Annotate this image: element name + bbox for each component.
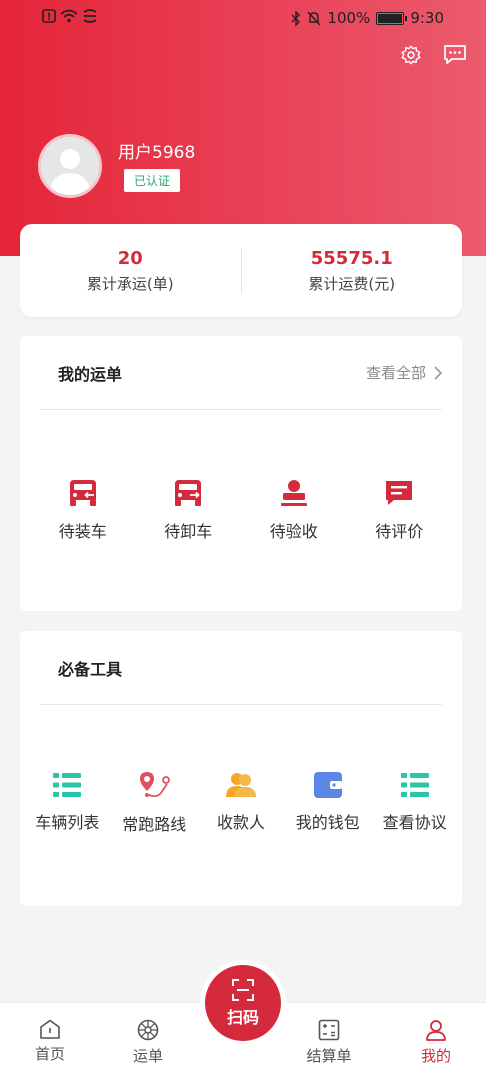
alert-icon (42, 9, 56, 23)
status-time: 9:30 (410, 9, 444, 27)
tool-label: 收款人 (216, 813, 265, 832)
scan-button-ring: 扫码 (200, 960, 286, 1046)
header-banner (0, 0, 486, 256)
truck-unload-icon (175, 480, 202, 506)
tool-frequent-routes[interactable]: 常跑路线 (111, 771, 198, 835)
view-all-label: 查看全部 (365, 364, 426, 382)
status-left (42, 9, 98, 23)
nav-label: 我的 (420, 1047, 451, 1065)
settings-button[interactable] (398, 42, 424, 68)
status-right: 100% 9:30 (291, 9, 444, 27)
view-all-link[interactable]: 查看全部 (366, 362, 442, 383)
order-label: 待验收 (269, 522, 318, 541)
order-label: 待装车 (58, 522, 107, 541)
stat-label: 累计承运(单) (86, 274, 174, 293)
home-icon (40, 1019, 60, 1039)
nav-label: 运单 (132, 1047, 163, 1065)
order-label: 待评价 (375, 522, 424, 541)
nav-mine[interactable]: 我的 (401, 1019, 471, 1066)
tool-vehicle-list[interactable]: 车辆列表 (24, 771, 111, 835)
nav-label: 首页 (34, 1045, 65, 1063)
bluetooth-icon (291, 10, 301, 26)
message-icon (444, 45, 466, 64)
my-orders-card: 我的运单 查看全部 待装车 待卸车 待验收 待评价 (20, 336, 462, 611)
tool-label: 我的钱包 (295, 813, 360, 832)
stamp-icon (280, 480, 307, 506)
tool-view-agreement[interactable]: 查看协议 (371, 771, 458, 835)
default-avatar-icon (41, 137, 99, 195)
mute-bell-icon (307, 11, 321, 25)
battery-icon (376, 11, 408, 25)
order-pending-accept[interactable]: 待验收 (270, 478, 318, 542)
scan-label: 扫码 (226, 1008, 259, 1027)
stat-label: 累计运费(元) (308, 274, 396, 293)
order-pending-review[interactable]: 待评价 (375, 478, 423, 542)
tools-title: 必备工具 (58, 659, 123, 679)
user-info: 用户5968 已认证 (118, 138, 195, 192)
stats-card: 20 累计承运(单) 55575.1 累计运费(元) (20, 224, 462, 317)
tool-label: 车辆列表 (35, 813, 100, 832)
tool-payee[interactable]: 收款人 (198, 771, 285, 835)
truck-load-icon (69, 480, 96, 506)
comment-icon (386, 481, 413, 505)
tool-label: 查看协议 (382, 813, 447, 832)
chevron-right-icon (434, 365, 442, 380)
stat-value: 20 (117, 247, 143, 269)
nav-label: 结算单 (306, 1047, 352, 1065)
wifi-icon (60, 9, 78, 23)
avatar[interactable] (38, 134, 102, 198)
battery-percent: 100% (327, 9, 371, 27)
tools-card: 必备工具 车辆列表 常跑路线 收款人 我的钱包 查看协议 (20, 631, 462, 906)
orders-grid: 待装车 待卸车 待验收 待评价 (20, 478, 462, 542)
nav-home[interactable]: 首页 (15, 1019, 85, 1064)
wheel-icon (137, 1019, 159, 1041)
verified-badge: 已认证 (124, 169, 181, 192)
orders-title: 我的运单 (58, 364, 123, 384)
list-icon (53, 773, 82, 797)
order-pending-unload[interactable]: 待卸车 (164, 478, 212, 542)
messages-button[interactable] (442, 42, 468, 68)
orders-header: 我的运单 查看全部 (40, 336, 442, 410)
order-label: 待卸车 (164, 522, 213, 541)
calculator-icon (318, 1019, 340, 1041)
stat-total-freight[interactable]: 55575.1 累计运费(元) (242, 248, 463, 294)
hotspot-icon (83, 9, 97, 23)
tools-grid: 车辆列表 常跑路线 收款人 我的钱包 查看协议 (20, 771, 462, 835)
wallet-icon (313, 772, 342, 798)
tool-wallet[interactable]: 我的钱包 (284, 771, 371, 835)
nav-settlement[interactable]: 结算单 (294, 1019, 364, 1066)
payee-icon (225, 773, 256, 797)
scan-icon (232, 979, 254, 1001)
stat-value: 55575.1 (310, 247, 393, 269)
username: 用户5968 (118, 143, 196, 163)
gear-icon (401, 45, 421, 65)
order-pending-load[interactable]: 待装车 (59, 478, 107, 542)
route-icon (140, 772, 171, 798)
status-bar: 100% 9:30 (0, 0, 486, 36)
list-icon (400, 773, 429, 797)
tools-header: 必备工具 (40, 631, 442, 705)
stat-total-orders[interactable]: 20 累计承运(单) (20, 248, 241, 294)
header-actions (398, 42, 468, 68)
scan-button[interactable]: 扫码 (205, 965, 281, 1041)
tool-label: 常跑路线 (122, 815, 187, 834)
user-profile[interactable]: 用户5968 已认证 (38, 134, 195, 198)
nav-waybill[interactable]: 运单 (113, 1019, 183, 1066)
user-icon (426, 1020, 446, 1041)
